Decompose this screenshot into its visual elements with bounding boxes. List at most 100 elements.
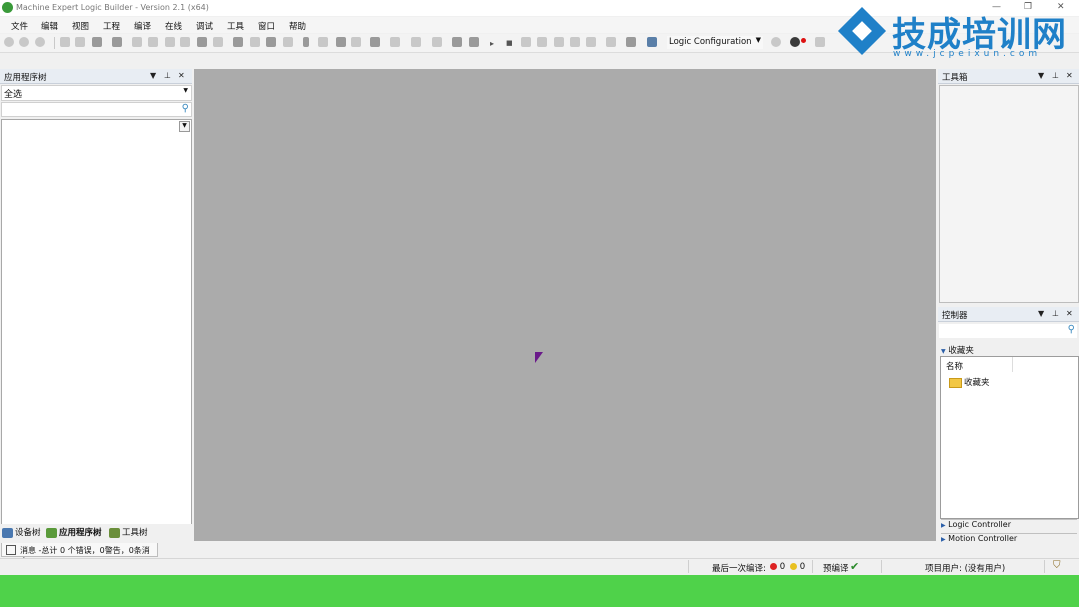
menu-view[interactable]: 视图 [72,20,89,32]
editor-area[interactable] [194,69,936,541]
menu-file[interactable]: 文件 [11,20,28,32]
folder-icon [949,377,962,388]
configuration-dropdown-label: Logic Configuration [669,37,752,47]
chevron-down-icon: ▼ [941,348,946,355]
run-icon[interactable]: ▸ [490,39,494,48]
navigate-icon[interactable] [35,37,45,47]
tab-label: 应用程序树 [59,528,102,538]
bookmark-icon[interactable] [303,37,309,47]
step-into-icon[interactable] [570,37,580,47]
generate-code-icon[interactable] [432,37,442,47]
close-panel-icon[interactable]: ✕ [1066,71,1073,80]
panel-header: 控制器 ▼ ⊥ ✕ [938,307,1079,322]
menu-debug[interactable]: 调试 [196,20,213,32]
copy-icon[interactable] [180,37,190,47]
status-bar: 最后一次编译: 0 0 预编译 ✔ 项目用户: (没有用户) ⛉ [0,558,1079,575]
dropdown-icon[interactable]: ▼ [150,71,156,80]
paste-icon[interactable] [197,37,207,47]
forward-icon[interactable] [19,37,29,47]
step-over-icon[interactable] [554,37,564,47]
dropdown-icon[interactable]: ▼ [1038,71,1044,80]
project-user-label: 项目用户: (没有用户) [925,564,1006,574]
set-next-statement-icon[interactable] [606,37,616,47]
search-input[interactable]: ⚲ [1,102,192,117]
step-out-icon[interactable] [586,37,596,47]
search-icon[interactable]: ⚲ [1068,324,1075,335]
user-status-icon [801,38,806,43]
redo-icon[interactable] [148,37,158,47]
find-in-project-icon[interactable] [266,37,276,47]
refresh-icon[interactable] [771,37,781,47]
application-tree[interactable]: ▼ [1,119,192,525]
tree-options-icon[interactable]: ▼ [179,121,190,132]
menu-build[interactable]: 编译 [134,20,151,32]
replace-in-project-icon[interactable] [283,37,293,47]
customize-icon[interactable] [815,37,825,47]
controller-search-input[interactable]: ⚲ [939,324,1077,338]
close-panel-icon[interactable]: ✕ [1066,309,1073,318]
search-icon[interactable]: ⚲ [182,103,189,114]
login-icon[interactable] [452,37,462,47]
menu-online[interactable]: 在线 [165,20,182,32]
menu-project[interactable]: 工程 [103,20,120,32]
list-item[interactable]: 收藏夹 [949,376,990,388]
filter-dropdown[interactable]: 全选 ▼ [1,85,192,101]
tab-application-tree[interactable]: 应用程序树 [46,526,102,538]
prev-bookmark-icon[interactable] [336,37,346,47]
logic-controller-label: Logic Controller [948,520,1011,529]
dropdown-icon[interactable]: ▼ [1038,309,1044,318]
tab-tool-tree[interactable]: 工具树 [109,526,148,538]
left-panel-tabs: 设备树 应用程序树 工具树 [0,524,192,540]
find-icon[interactable] [233,37,243,47]
close-panel-icon[interactable]: ✕ [178,71,185,80]
favorites-list[interactable]: 名称 收藏夹 [940,356,1079,519]
clear-bookmarks-icon[interactable] [351,37,361,47]
filter-value: 全选 [4,90,23,100]
favorites-section-header[interactable]: ▼ 收藏夹 [941,344,974,356]
pin-icon[interactable]: ⊥ [164,71,171,80]
device-icon[interactable] [647,37,657,47]
open-project-icon[interactable] [75,37,85,47]
menu-tools[interactable]: 工具 [227,20,244,32]
pin-icon[interactable]: ⊥ [1052,309,1059,318]
user-login-icon[interactable] [790,37,800,47]
cut-icon[interactable] [165,37,175,47]
tab-label: 工具树 [122,528,148,538]
panel-title: 控制器 [942,311,968,321]
column-divider [1012,357,1013,372]
undo-icon[interactable] [132,37,142,47]
menu-edit[interactable]: 编辑 [41,20,58,32]
build-icon[interactable] [411,37,421,47]
next-bookmark-icon[interactable] [318,37,328,47]
motion-controller-section[interactable]: ▶ Motion Controller [941,533,1077,542]
messages-icon [6,545,16,555]
save-icon[interactable] [92,37,102,47]
toolbox-content[interactable] [939,85,1079,303]
new-project-icon[interactable] [60,37,70,47]
print-icon[interactable] [112,37,122,47]
shield-icon[interactable]: ⛉ [1053,560,1061,571]
stop-icon[interactable]: ■ [506,39,513,47]
error-icon [770,563,777,570]
tab-label: 设备树 [15,528,41,538]
configuration-dropdown[interactable]: Logic Configuration ▼ [667,36,763,49]
logout-icon[interactable] [469,37,479,47]
tab-device-tree[interactable]: 设备树 [2,526,41,538]
back-icon[interactable] [4,37,14,47]
find-replace-icon[interactable] [250,37,260,47]
menu-help[interactable]: 帮助 [289,20,306,32]
status-separator [1044,560,1045,573]
delete-icon[interactable] [213,37,223,47]
pin-icon[interactable]: ⊥ [1052,71,1059,80]
panel-title: 工具箱 [942,73,968,83]
reset-icon[interactable] [521,37,531,47]
build-menu-icon[interactable] [390,37,400,47]
display-mode-icon[interactable] [626,37,636,47]
watermark-url: www.jcpeixun.com [893,49,1042,59]
breakpoint-icon[interactable] [537,37,547,47]
window-icon[interactable] [370,37,380,47]
messages-tab[interactable]: 消息 -总计 0 个错误，0警告，0条消息 [1,543,158,566]
window-title: Machine Expert Logic Builder - Version 2… [16,3,209,12]
logic-controller-section[interactable]: ▶ Logic Controller [941,519,1077,532]
menu-window[interactable]: 窗口 [258,20,275,32]
